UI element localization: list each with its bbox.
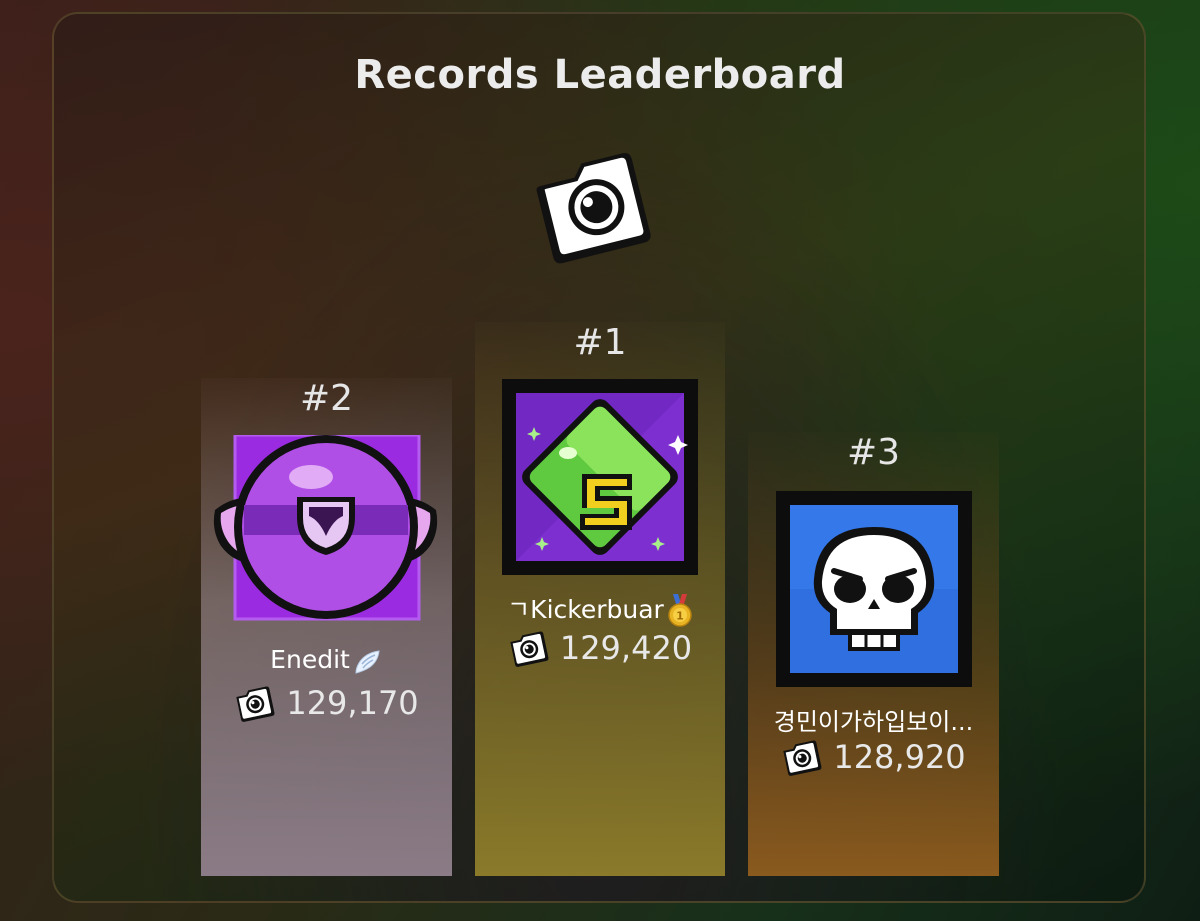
rank-label: #2 xyxy=(299,378,354,419)
player-name[interactable]: ㄱKickerbuar 1 xyxy=(475,590,725,628)
score-value: 128,920 xyxy=(833,738,966,776)
rank-label: #1 xyxy=(573,322,627,363)
purple-orb-winged-icon[interactable] xyxy=(213,435,438,630)
angel-wing-icon xyxy=(355,650,380,674)
green-s-cube-icon[interactable] xyxy=(502,379,698,575)
skull-icon[interactable] xyxy=(776,491,972,687)
score-value: 129,420 xyxy=(559,629,693,667)
podium-third: #3 경민이가하입보이... 128,920 xyxy=(748,432,999,876)
podium-second: #2 Enedit 129,170 xyxy=(201,378,452,876)
svg-text:1: 1 xyxy=(676,610,684,623)
camera-records-icon xyxy=(783,740,822,776)
camera-records-icon xyxy=(236,686,275,722)
podium-first: #1 ㄱKickerbuar 1 129,420 xyxy=(475,322,725,876)
player-name[interactable]: 경민이가하입보이... xyxy=(748,702,999,737)
score-row: 129,170 xyxy=(201,683,452,723)
gold-medal-icon: 1 xyxy=(668,594,692,627)
score-row: 128,920 xyxy=(748,737,999,777)
score-row: 129,420 xyxy=(475,628,725,668)
page-title: Records Leaderboard xyxy=(354,52,846,98)
camera-records-icon xyxy=(536,152,651,264)
player-name[interactable]: Enedit xyxy=(201,645,452,676)
camera-records-icon xyxy=(510,631,549,667)
score-value: 129,170 xyxy=(286,684,419,722)
rank-label: #3 xyxy=(846,432,901,473)
